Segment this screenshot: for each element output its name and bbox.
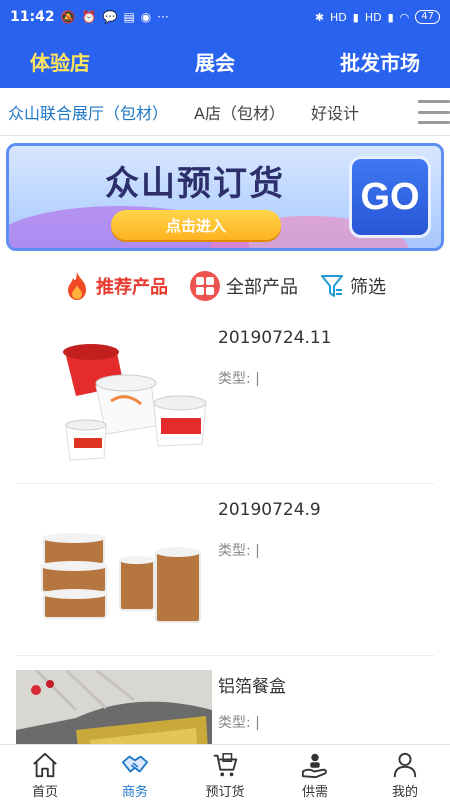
product-type: 类型: |: [218, 371, 260, 387]
fire-icon: [68, 272, 86, 300]
nav-supply-demand[interactable]: 供需: [270, 745, 360, 800]
product-item[interactable]: 20190724.11 类型: |: [0, 312, 450, 484]
nav-business[interactable]: 商务: [90, 745, 180, 800]
nav-mine-label: 我的: [391, 785, 418, 800]
nav-supply-demand-label: 供需: [301, 785, 328, 800]
product-name: 20190724.9: [218, 500, 321, 520]
filter-recommended[interactable]: 推荐产品: [64, 271, 168, 301]
handshake-icon: [121, 755, 149, 773]
banner-go-button[interactable]: GO: [349, 156, 431, 238]
bluetooth-icon: ✱: [314, 10, 325, 24]
product-item[interactable]: 20190724.9 类型: |: [0, 484, 450, 656]
signal-1-label: HD: [330, 10, 347, 24]
top-header: 体验店 展会 批发市场: [0, 34, 450, 88]
store-tabs: 众山联合展厅（包材） A店（包材） 好设计: [0, 88, 450, 136]
wechat-icon: ◉: [140, 10, 152, 24]
status-bar: 11:42 🔕 ⏰ 💬 ▤ ◉ ··· ✱ HD ▮ HD ▮ ◠ 47: [0, 0, 450, 34]
store-tab-good-design[interactable]: 好设计: [311, 100, 359, 124]
filter-label: 筛选: [350, 277, 386, 298]
promo-banner[interactable]: 众山预订货 点击进入 GO: [6, 143, 444, 251]
home-icon: [33, 752, 57, 778]
product-image-paper-bowls: [16, 326, 212, 474]
cart-icon: [213, 753, 238, 777]
nav-preorder-label: 预订货: [205, 785, 245, 800]
message-icon: 💬: [102, 10, 118, 24]
header-tab-exhibition[interactable]: 展会: [195, 47, 235, 76]
nav-preorder[interactable]: 预订货: [180, 745, 270, 800]
more-icon: ···: [157, 10, 169, 24]
menu-icon[interactable]: [418, 98, 450, 126]
header-tab-wholesale-market[interactable]: 批发市场: [340, 47, 420, 76]
chat-icon: ▤: [123, 10, 135, 24]
product-type: 类型: |: [218, 715, 260, 731]
alarm-icon: ⏰: [81, 10, 97, 24]
supply-icon: [301, 753, 327, 779]
product-name: 铝箔餐盒: [218, 677, 286, 697]
user-icon: [393, 752, 417, 778]
status-time: 11:42: [10, 9, 55, 25]
filter-recommended-label: 推荐产品: [96, 277, 168, 298]
battery-indicator: 47: [415, 10, 440, 24]
signal-2-label: HD: [364, 10, 382, 24]
nav-business-label: 商务: [121, 785, 148, 800]
banner-enter-button[interactable]: 点击进入: [111, 210, 281, 240]
product-type: 类型: |: [218, 543, 260, 559]
product-list: 20190724.11 类型: | 20190724.9 类型: | 铝箔餐盒 …: [0, 312, 450, 800]
nav-home-label: 首页: [31, 785, 58, 800]
signal-1-icon: ▮: [352, 10, 359, 24]
grid-icon: [190, 271, 220, 301]
store-tab-a[interactable]: A店（包材）: [194, 100, 285, 124]
bell-off-icon: 🔕: [60, 10, 76, 24]
filter-all-products[interactable]: 全部产品: [190, 271, 298, 301]
nav-mine[interactable]: 我的: [360, 745, 450, 800]
product-image-kraft-bowls: [16, 498, 212, 646]
store-tab-zhongshan[interactable]: 众山联合展厅（包材）: [8, 100, 168, 124]
wifi-icon: ◠: [399, 10, 410, 24]
bottom-nav: 首页 商务 预订货 供需 我的: [0, 744, 450, 800]
filter-button[interactable]: 筛选: [320, 273, 386, 299]
filter-row: 推荐产品 全部产品 筛选: [0, 266, 450, 306]
banner-title: 众山预订货: [105, 164, 285, 204]
product-name: 20190724.11: [218, 328, 332, 348]
nav-home[interactable]: 首页: [0, 745, 90, 800]
header-tab-experience-store[interactable]: 体验店: [30, 47, 90, 76]
funnel-icon: [321, 275, 343, 297]
filter-all-products-label: 全部产品: [226, 277, 298, 298]
signal-2-icon: ▮: [387, 10, 394, 24]
